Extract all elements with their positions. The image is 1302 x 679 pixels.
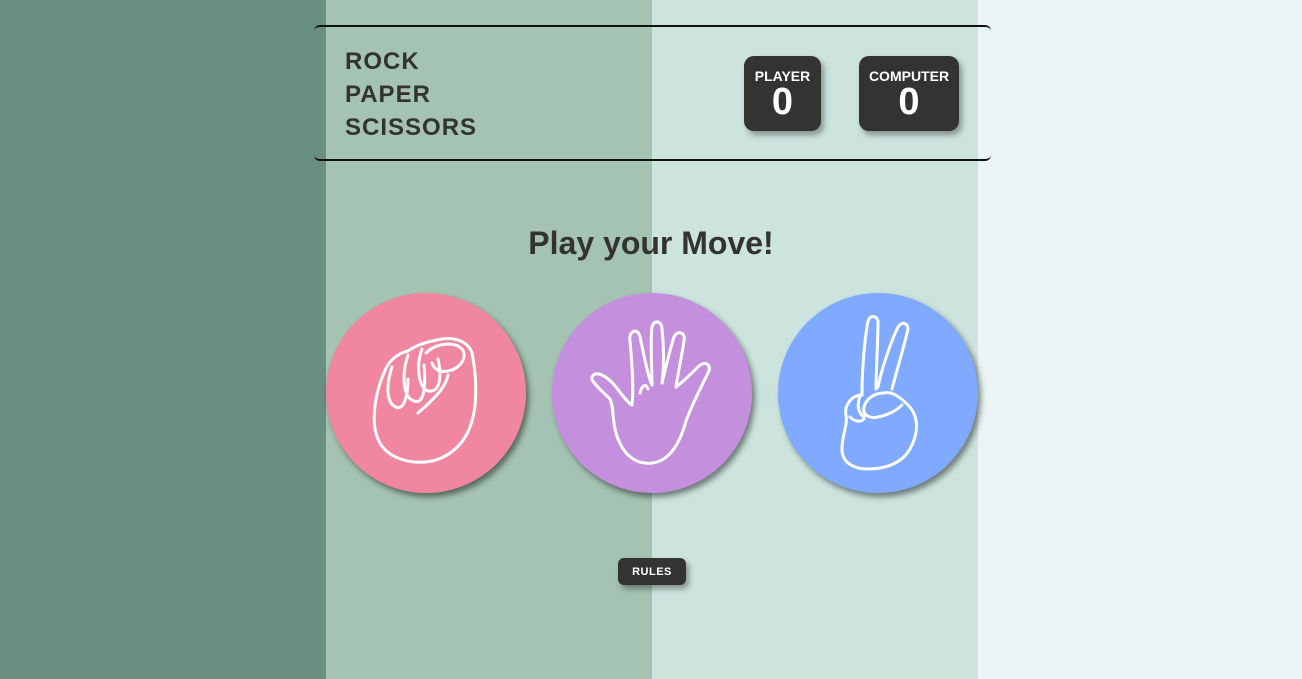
scissors-choice-button[interactable] bbox=[778, 293, 978, 493]
paper-choice-button[interactable] bbox=[552, 293, 752, 493]
computer-score-value: 0 bbox=[898, 81, 920, 123]
header-scoreboard: ROCK PAPER SCISSORS PLAYER 0 COMPUTER 0 bbox=[314, 25, 991, 161]
background-column-4 bbox=[978, 0, 1302, 679]
computer-score-box: COMPUTER 0 bbox=[859, 56, 959, 131]
title-line-rock: ROCK bbox=[345, 48, 420, 75]
open-hand-icon bbox=[590, 320, 711, 465]
title-line-paper: PAPER bbox=[345, 81, 431, 108]
peace-hand-icon bbox=[840, 315, 918, 471]
game-title: ROCK PAPER SCISSORS bbox=[345, 45, 477, 144]
rules-button[interactable]: RULES bbox=[618, 558, 686, 585]
background-column-1 bbox=[0, 0, 326, 679]
player-score-box: PLAYER 0 bbox=[744, 56, 821, 131]
play-prompt: Play your Move! bbox=[528, 225, 774, 261]
title-line-scissors: SCISSORS bbox=[345, 114, 478, 141]
fist-hand-icon bbox=[372, 337, 478, 464]
player-score-value: 0 bbox=[771, 81, 794, 123]
rock-choice-button[interactable] bbox=[326, 293, 526, 493]
